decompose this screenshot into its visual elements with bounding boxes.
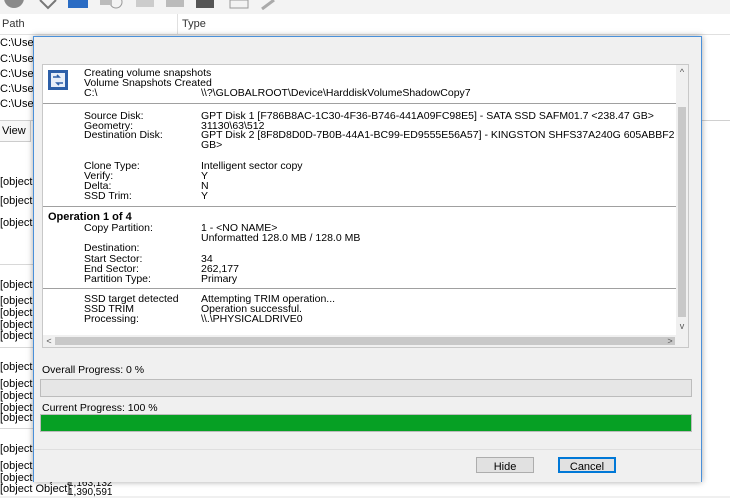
clone-type-value: Intelligent sector copy — [201, 160, 303, 172]
background-column-header: Path Type — [0, 14, 730, 35]
toolbar-terminal-icon[interactable] — [194, 0, 218, 10]
processing-value: \\.\PHYSICALDRIVE0 — [201, 313, 303, 325]
toolbar-wrench-icon[interactable] — [260, 0, 280, 10]
scroll-up-icon[interactable]: ^ — [677, 67, 687, 77]
clone-disk-icon — [48, 70, 68, 90]
tab-view-label: View — [2, 125, 26, 137]
destination-disk-label: Destination Disk: — [84, 129, 163, 141]
log-horizontal-scrollbar[interactable]: < > — [43, 335, 688, 347]
operation-title: Operation 1 of 4 — [48, 211, 132, 223]
overall-progress-label: Overall Progress: 0 % — [42, 364, 145, 376]
destination-disk-value-cont: GB> — [201, 139, 223, 151]
scroll-left-icon[interactable]: < — [43, 335, 55, 347]
horizontal-scroll-thumb[interactable] — [55, 337, 675, 345]
toolbar-window-icon[interactable] — [228, 0, 252, 10]
overall-progress-bar — [40, 379, 692, 397]
tab-view[interactable]: View — [0, 121, 31, 142]
ssd-trim-value: Y — [201, 190, 209, 202]
background-toolbar — [0, 0, 730, 14]
detail-label: [object Object] — [0, 483, 71, 495]
partition-type-value: Primary — [201, 273, 238, 285]
toolbar-list-icon[interactable] — [134, 0, 158, 10]
source-disk-value: GPT Disk 1 [F786B8AC-1C30-4F36-B746-441A… — [201, 110, 654, 122]
processing-label: Processing: — [84, 313, 139, 325]
column-path[interactable]: Path — [2, 18, 25, 30]
copy-partition-label: Copy Partition: — [84, 222, 153, 234]
log-drive-letter: C:\ — [84, 87, 98, 99]
scroll-down-icon[interactable]: v — [677, 321, 687, 331]
toolbar-arrow-icon[interactable] — [164, 0, 188, 10]
dialog-footer: Hide Cancel — [34, 449, 701, 482]
toolbar-add-disk-icon[interactable] — [98, 0, 124, 10]
partition-type-label: Partition Type: — [84, 273, 151, 285]
ssd-trim-label: SSD Trim: — [84, 190, 132, 202]
hide-button[interactable]: Hide — [476, 457, 534, 473]
destination-label: Destination: — [84, 242, 140, 254]
log-vertical-scrollbar[interactable]: ^ v — [676, 65, 688, 335]
current-progress-label: Current Progress: 100 % — [42, 402, 158, 414]
scroll-right-icon[interactable]: > — [664, 335, 676, 347]
vertical-scroll-thumb[interactable] — [678, 107, 686, 317]
destination-disk-value: GPT Disk 2 [8F8D8D0D-7B0B-44A1-BC99-ED95… — [201, 129, 689, 141]
operation-log[interactable]: Creating volume snapshots Volume Snapsho… — [42, 64, 689, 348]
toolbar-clone-icon[interactable] — [66, 0, 92, 10]
toolbar-circle-icon[interactable] — [2, 0, 26, 10]
cancel-button[interactable]: Cancel — [558, 457, 616, 473]
log-shadow-path: \\?\GLOBALROOT\Device\HarddiskVolumeShad… — [201, 87, 471, 99]
toolbar-diamond-icon[interactable] — [38, 0, 58, 10]
copy-partition-size: Unformatted 128.0 MB / 128.0 MB — [201, 232, 361, 244]
column-type[interactable]: Type — [182, 18, 206, 30]
current-progress-fill — [41, 415, 691, 431]
clone-progress-dialog: Creating volume snapshots Volume Snapsho… — [33, 36, 702, 482]
current-progress-bar — [40, 414, 692, 432]
log-snapshot-created-line: Volume Snapshots Created — [84, 77, 212, 89]
